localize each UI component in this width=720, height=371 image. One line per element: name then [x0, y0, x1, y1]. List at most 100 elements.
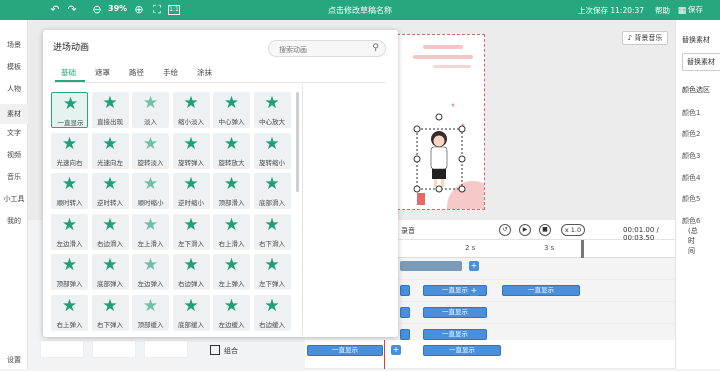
animation-option[interactable]: ★ 中心放大 — [253, 92, 291, 128]
play-icon[interactable]: ▶ — [519, 224, 531, 236]
nav-item-video[interactable]: 视频 — [0, 150, 28, 166]
animation-option[interactable]: ★ 光速向右 — [51, 132, 88, 169]
star-icon: ★ — [183, 255, 199, 275]
animation-segment[interactable]: 一直显示 — [423, 345, 501, 356]
animation-option[interactable]: ★ 旋转缩小 — [253, 132, 291, 169]
animation-option[interactable]: ★ 右边缓入 — [253, 294, 291, 331]
animation-option[interactable]: ★ 直接出现 — [91, 92, 129, 128]
nav-item-template[interactable]: 模板 — [0, 62, 28, 78]
animation-option-label: 顶部弹入 — [56, 280, 83, 288]
animation-option[interactable]: ★ 旋转放大 — [213, 132, 250, 169]
star-icon: ★ — [264, 133, 280, 154]
animation-option[interactable]: ★ 缩小淡入 — [172, 92, 210, 128]
stop-icon[interactable]: ■ — [539, 224, 551, 236]
animation-option[interactable]: ★ 顶部缓入 — [132, 294, 169, 331]
animation-segment[interactable] — [400, 307, 410, 318]
nav-item-scene[interactable]: 场景 — [0, 40, 28, 56]
animation-option[interactable]: ★ 左下弹入 — [253, 254, 291, 290]
animation-option[interactable]: ★ 淡入 — [132, 92, 169, 128]
animation-option[interactable]: ★ 左边滑入 — [51, 213, 88, 250]
animation-option[interactable]: ★ 顶部弹入 — [51, 254, 88, 290]
star-icon: ★ — [102, 93, 118, 113]
animation-option[interactable]: ★ 右下弹入 — [91, 294, 129, 331]
animation-option-label: 旋转缩小 — [259, 158, 285, 167]
animation-option[interactable]: ★ 右上滑入 — [213, 213, 250, 250]
nav-item-music[interactable]: 音乐 — [0, 172, 28, 188]
animation-option[interactable]: ★ 旋转弹入 — [172, 132, 210, 169]
animation-search-input[interactable]: 搜索动画 ⚲ — [268, 40, 386, 57]
animation-option[interactable]: ★ 旋转淡入 — [132, 132, 169, 169]
star-icon: ★ — [264, 214, 280, 235]
color-option-4[interactable]: 颜色4 — [682, 173, 700, 183]
animation-option[interactable]: ★ 中心弹入 — [213, 92, 250, 128]
save-icon[interactable]: ▦ — [675, 4, 689, 18]
add-segment-button[interactable]: + — [469, 286, 479, 296]
star-icon: ★ — [223, 295, 240, 316]
tab-smear[interactable]: 涂抹 — [197, 67, 212, 78]
animation-option[interactable]: ★ 右边滑入 — [91, 213, 129, 250]
animation-segment[interactable]: 一直显示 — [423, 307, 487, 318]
animation-segment[interactable] — [400, 285, 410, 296]
animation-option[interactable]: ★ 一直显示 — [51, 92, 88, 128]
replace-material-button[interactable]: 替换素材 — [682, 53, 720, 71]
add-segment-button[interactable]: + — [469, 261, 479, 271]
animation-option[interactable]: ★ 底部滑入 — [253, 173, 291, 209]
speed-selector[interactable]: x 1.0 — [561, 224, 585, 236]
animation-option[interactable]: ★ 顶部滑入 — [213, 173, 250, 209]
nav-item-text[interactable]: 文字 — [0, 128, 28, 144]
material-thumbnail[interactable] — [144, 340, 188, 358]
animation-option[interactable]: ★ 左上弹入 — [213, 254, 250, 290]
tab-path[interactable]: 路径 — [129, 67, 144, 78]
animation-option[interactable]: ★ 左下滑入 — [172, 213, 210, 250]
color-option-2[interactable]: 颜色2 — [682, 129, 700, 139]
nav-item-tools[interactable]: 小工具 — [0, 194, 28, 210]
animation-option[interactable]: ★ 右下滑入 — [253, 213, 291, 250]
animation-option[interactable]: ★ 右边弹入 — [172, 254, 210, 290]
animation-option[interactable]: ★ 逆时缩小 — [172, 173, 210, 209]
nav-item-mine[interactable]: 我的 — [0, 216, 28, 232]
animation-segment[interactable]: 一直显示 — [502, 285, 580, 296]
animation-option-label: 旋转弹入 — [178, 158, 204, 167]
material-thumbnail[interactable] — [92, 340, 136, 358]
grid-scrollbar[interactable] — [296, 92, 299, 192]
animation-option-label: 淡入 — [144, 118, 157, 126]
record-label[interactable]: 录音 — [401, 226, 415, 236]
animation-option[interactable]: ★ 顺时缩小 — [132, 173, 169, 209]
star-icon: ★ — [62, 94, 79, 114]
nav-item-character[interactable]: 人物 — [0, 84, 28, 100]
animation-option-label: 旋转放大 — [218, 158, 245, 167]
rewind-icon[interactable]: ↺ — [499, 224, 511, 236]
color-option-3[interactable]: 颜色3 — [682, 151, 700, 161]
tab-basic[interactable]: 基础 — [61, 67, 76, 78]
search-icon[interactable]: ⚲ — [372, 43, 379, 53]
help-link[interactable]: 帮助 — [655, 5, 670, 16]
animation-option[interactable]: ★ 逆时转入 — [91, 173, 129, 209]
animation-segment[interactable]: 一直显示 — [423, 329, 487, 340]
animation-option[interactable]: ★ 左上滑入 — [132, 213, 169, 250]
save-button[interactable]: 保存 — [688, 4, 703, 15]
playhead[interactable] — [581, 240, 584, 258]
add-segment-button[interactable]: + — [391, 345, 401, 355]
background-music-button[interactable]: ♪ 背景音乐 — [622, 31, 668, 45]
animation-option[interactable]: ★ 左边弹入 — [132, 254, 169, 290]
animation-segment[interactable] — [400, 329, 410, 340]
star-icon: ★ — [183, 133, 199, 154]
nav-item-material[interactable]: 素材 — [0, 104, 28, 124]
animation-option-label: 顺时缩小 — [137, 199, 164, 207]
animation-option[interactable]: ★ 底部弹入 — [91, 254, 129, 290]
animation-option[interactable]: ★ 底部缓入 — [172, 294, 210, 331]
bgm-label: 背景音乐 — [634, 34, 663, 42]
material-thumbnail[interactable] — [40, 340, 84, 358]
tab-mask[interactable]: 遮罩 — [95, 67, 110, 78]
animation-segment[interactable]: 一直显示 — [307, 345, 383, 356]
color-option-1[interactable]: 颜色1 — [682, 108, 700, 118]
color-option-6[interactable]: 颜色6 — [682, 216, 700, 226]
star-icon: ★ — [223, 214, 240, 235]
audio-segment[interactable] — [400, 261, 462, 271]
animation-option[interactable]: ★ 右上弹入 — [51, 294, 88, 331]
tab-handdrawn[interactable]: 手绘 — [163, 67, 178, 78]
color-option-5[interactable]: 颜色5 — [682, 194, 700, 204]
animation-option[interactable]: ★ 左边缓入 — [213, 294, 250, 331]
animation-option[interactable]: ★ 光速向左 — [91, 132, 129, 169]
animation-option[interactable]: ★ 顺时转入 — [51, 173, 88, 209]
